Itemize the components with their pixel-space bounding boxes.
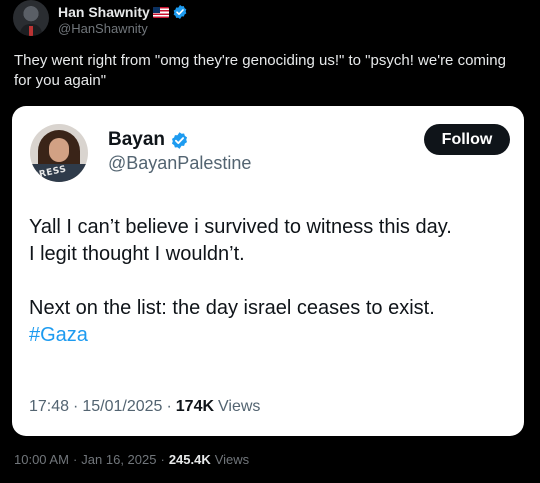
quoted-author-avatar[interactable]: PRESS (30, 124, 88, 182)
follow-button[interactable]: Follow (424, 124, 510, 155)
meta-separator: · (166, 398, 172, 415)
post-date[interactable]: Jan 16, 2025 (81, 452, 156, 467)
quoted-author-name-row: Bayan (108, 129, 189, 151)
post-text: They went right from "omg they're genoci… (14, 52, 506, 89)
quoted-text-line: Next on the list: the day israel ceases … (29, 297, 435, 319)
verified-badge-icon (172, 131, 188, 149)
post-time[interactable]: 10:00 AM (14, 452, 69, 467)
verified-badge-icon (173, 5, 187, 19)
quoted-author-name[interactable]: Bayan (108, 129, 165, 151)
author-avatar[interactable] (13, 0, 49, 36)
author-name[interactable]: Han Shawnity (58, 4, 150, 20)
views-count: 245.4K (168, 452, 211, 467)
quoted-post-card[interactable]: PRESS Bayan @BayanPalestine Follow Yall … (12, 106, 524, 436)
quoted-author-handle[interactable]: @BayanPalestine (108, 153, 251, 174)
post-screen: Han Shawnity @HanShawnity They went righ… (0, 0, 540, 483)
quoted-views-label: Views (218, 398, 261, 415)
post-meta: 10:00 AM · Jan 16, 2025 · 245.4K Views (14, 452, 249, 467)
quoted-views-count: 174K (175, 398, 215, 415)
meta-separator: · (160, 452, 165, 467)
hashtag-link[interactable]: #Gaza (29, 324, 88, 346)
author-name-row: Han Shawnity (58, 3, 188, 21)
quoted-text-line: Yall I can’t believe i survived to witne… (29, 216, 452, 238)
us-flag-icon (152, 6, 169, 18)
quoted-post-time[interactable]: 17:48 (29, 398, 69, 416)
meta-separator: · (73, 398, 79, 415)
avatar-tie-shape (29, 26, 33, 36)
quoted-post-text: Yall I can’t believe i survived to witne… (29, 214, 509, 349)
quoted-post-meta: 17:48 · 15/01/2025 · 174K Views (29, 398, 260, 416)
quoted-post-date[interactable]: 15/01/2025 (82, 398, 162, 416)
quoted-text-line: I legit thought I wouldn’t. (29, 243, 245, 265)
author-handle[interactable]: @HanShawnity (58, 21, 148, 36)
meta-separator: · (72, 452, 78, 467)
views-label: Views (214, 452, 250, 467)
